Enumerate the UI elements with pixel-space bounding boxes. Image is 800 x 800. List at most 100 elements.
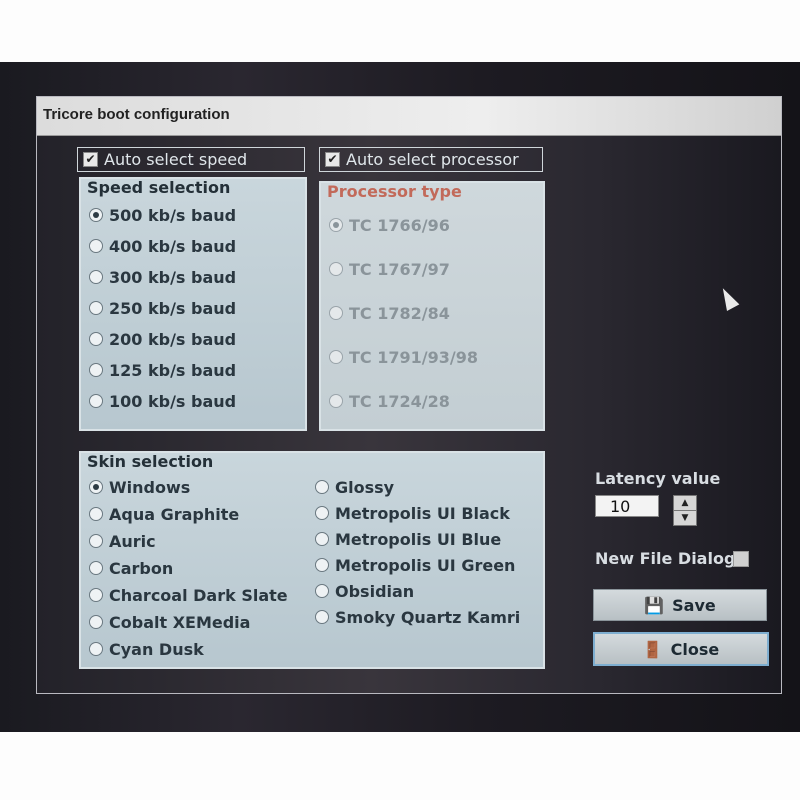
speed-option[interactable]: 250 kb/s baud — [89, 296, 236, 320]
speed-option-label: 250 kb/s baud — [109, 298, 237, 318]
skin-option[interactable]: Cyan Dusk — [89, 637, 204, 661]
radio-button-icon — [315, 584, 329, 598]
skin-option[interactable]: Auric — [89, 529, 156, 553]
radio-button-icon — [329, 350, 343, 364]
radio-button-icon — [89, 480, 103, 494]
skin-option[interactable]: Aqua Graphite — [89, 502, 239, 526]
speed-option-label: 125 kb/s baud — [109, 360, 237, 380]
processor-option[interactable]: TC 1767/97 — [329, 257, 450, 281]
speed-option[interactable]: 100 kb/s baud — [89, 389, 236, 413]
processor-type-group: Processor type TC 1766/96 TC 1767/97 TC 17… — [319, 181, 545, 431]
speed-option-label: 200 kb/s baud — [109, 329, 237, 349]
processor-option[interactable]: TC 1782/84 — [329, 301, 450, 325]
checkbox-check-icon: ✔ — [83, 152, 98, 167]
processor-option-label: TC 1767/97 — [349, 259, 450, 279]
latency-input[interactable]: 10 — [595, 495, 659, 517]
skin-option[interactable]: Windows — [89, 475, 190, 499]
arrow-down-icon: ▼ — [681, 513, 689, 523]
radio-button-icon — [329, 218, 343, 232]
spin-up-button[interactable]: ▲ — [673, 495, 697, 511]
speed-option-label: 100 kb/s baud — [109, 391, 237, 411]
processor-type-title: Processor type — [327, 182, 462, 201]
radio-button-icon — [315, 532, 329, 546]
speed-selection-group: Speed selection 500 kb/s baud 400 kb/s ba… — [79, 177, 307, 431]
close-button-label: Close — [670, 639, 720, 659]
tricore-boot-dialog: Tricore boot configuration ✔ Auto select… — [36, 96, 782, 694]
window-title: Tricore boot configuration — [43, 106, 230, 123]
arrow-up-icon: ▲ — [681, 498, 689, 508]
radio-button-icon — [89, 208, 103, 222]
radio-button-icon — [89, 642, 103, 656]
skin-option[interactable]: Charcoal Dark Slate — [89, 583, 288, 607]
speed-option-label: 500 kb/s baud — [109, 205, 237, 225]
auto-select-speed-label: Auto select speed — [104, 150, 248, 169]
auto-select-speed-checkbox[interactable]: ✔ Auto select speed — [77, 147, 305, 172]
checkbox-check-icon: ✔ — [325, 152, 340, 167]
skin-option-label: Metropolis UI Blue — [335, 529, 502, 549]
skin-option-label: Carbon — [109, 558, 174, 578]
processor-option-label: TC 1782/84 — [349, 303, 450, 323]
monitor-screen: Tricore boot configuration ✔ Auto select… — [0, 62, 800, 732]
skin-option[interactable]: Metropolis UI Blue — [315, 527, 501, 551]
speed-option[interactable]: 125 kb/s baud — [89, 358, 236, 382]
skin-option-label: Auric — [109, 531, 156, 551]
skin-option[interactable]: Metropolis UI Green — [315, 553, 515, 577]
skin-option-label: Metropolis UI Black — [335, 503, 510, 523]
radio-button-icon — [89, 561, 103, 575]
new-file-dialog-checkbox[interactable] — [733, 551, 749, 567]
skin-option[interactable]: Smoky Quartz Kamri — [315, 605, 520, 629]
floppy-disk-icon: 💾 — [644, 595, 665, 615]
auto-select-processor-checkbox[interactable]: ✔ Auto select processor — [319, 147, 543, 172]
close-button[interactable]: 🚪 Close — [593, 632, 769, 666]
skin-option-label: Charcoal Dark Slate — [109, 585, 288, 605]
new-file-dialog-label: New File Dialog — [595, 549, 736, 568]
save-button-label: Save — [672, 595, 716, 615]
skin-option-label: Aqua Graphite — [109, 504, 240, 524]
radio-button-icon — [89, 239, 103, 253]
radio-button-icon — [315, 558, 329, 572]
skin-option[interactable]: Obsidian — [315, 579, 414, 603]
skin-option-label: Obsidian — [335, 581, 415, 601]
radio-button-icon — [329, 262, 343, 276]
speed-selection-title: Speed selection — [87, 178, 231, 197]
processor-option[interactable]: TC 1724/28 — [329, 389, 450, 413]
radio-button-icon — [89, 301, 103, 315]
radio-button-icon — [89, 534, 103, 548]
speed-option-label: 400 kb/s baud — [109, 236, 237, 256]
radio-button-icon — [315, 480, 329, 494]
skin-option-label: Smoky Quartz Kamri — [335, 607, 521, 627]
skin-option-label: Glossy — [335, 477, 395, 497]
processor-option-label: TC 1791/93/98 — [349, 347, 478, 367]
save-button[interactable]: 💾 Save — [593, 589, 767, 621]
latency-label: Latency value — [595, 469, 721, 488]
speed-option[interactable]: 300 kb/s baud — [89, 265, 236, 289]
close-door-icon: 🚪 — [642, 639, 663, 659]
processor-option-label: TC 1766/96 — [349, 215, 450, 235]
title-bar[interactable]: Tricore boot configuration — [37, 97, 781, 136]
spin-down-button[interactable]: ▼ — [673, 510, 697, 526]
radio-button-icon — [89, 507, 103, 521]
radio-button-icon — [89, 270, 103, 284]
radio-button-icon — [89, 394, 103, 408]
speed-option[interactable]: 200 kb/s baud — [89, 327, 236, 351]
mouse-cursor-icon — [716, 285, 740, 311]
radio-button-icon — [315, 506, 329, 520]
skin-option-label: Cobalt XEMedia — [109, 612, 251, 632]
radio-button-icon — [329, 394, 343, 408]
speed-option[interactable]: 500 kb/s baud — [89, 203, 236, 227]
speed-option[interactable]: 400 kb/s baud — [89, 234, 236, 258]
radio-button-icon — [315, 610, 329, 624]
skin-selection-group: Skin selection Windows Aqua Graphite Auric… — [79, 451, 545, 669]
skin-option[interactable]: Carbon — [89, 556, 173, 580]
skin-option[interactable]: Glossy — [315, 475, 394, 499]
radio-button-icon — [89, 363, 103, 377]
auto-select-processor-label: Auto select processor — [346, 150, 519, 169]
skin-option[interactable]: Cobalt XEMedia — [89, 610, 250, 634]
skin-option-label: Cyan Dusk — [109, 639, 204, 659]
skin-option[interactable]: Metropolis UI Black — [315, 501, 510, 525]
radio-button-icon — [329, 306, 343, 320]
processor-option[interactable]: TC 1766/96 — [329, 213, 450, 237]
skin-option-label: Windows — [109, 477, 191, 497]
skin-selection-title: Skin selection — [87, 452, 214, 471]
processor-option[interactable]: TC 1791/93/98 — [329, 345, 478, 369]
